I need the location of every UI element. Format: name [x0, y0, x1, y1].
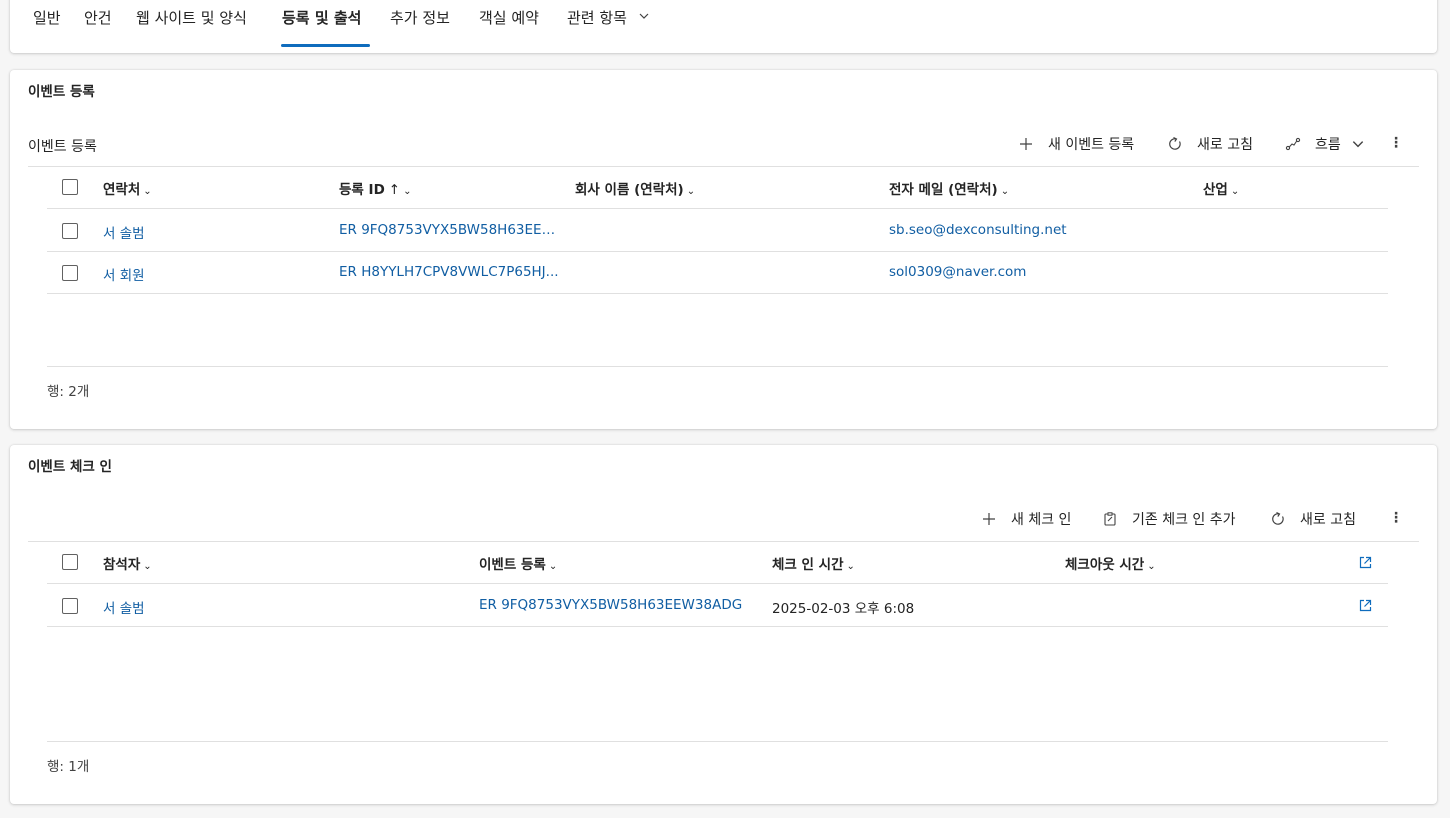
divider — [47, 741, 1388, 742]
refresh-icon — [1272, 511, 1284, 525]
tab-general[interactable]: 일반 — [33, 7, 61, 37]
tab-additional-info[interactable]: 추가 정보 — [390, 7, 450, 37]
divider — [28, 541, 1419, 542]
column-header-company[interactable]: 회사 이름 (연락처) ⌄ — [575, 178, 695, 198]
column-header-label: 전자 메일 (연락처) — [889, 182, 998, 198]
column-header-checkout-time[interactable]: 체크아웃 시간 ⌄ — [1065, 553, 1156, 573]
column-header-label: 연락처 — [103, 182, 141, 198]
chevron-down-icon: ⌄ — [548, 561, 558, 572]
checkin-time-cell: 2025-02-03 오후 6:08 — [772, 601, 915, 617]
column-header-label: 이벤트 등록 — [479, 557, 546, 573]
column-header-registration-id[interactable]: 등록 ID ↑ ⌄ — [339, 178, 411, 198]
sort-ascending-icon: ↑ — [388, 182, 401, 198]
open-in-new-window-icon[interactable] — [1359, 556, 1372, 569]
column-header-label: 체크아웃 시간 — [1065, 557, 1145, 573]
new-registration-button[interactable]: 새 이벤트 등록 — [1018, 134, 1134, 154]
flow-icon — [1285, 137, 1301, 151]
new-checkin-button[interactable]: 새 체크 인 — [981, 509, 1071, 529]
refresh-label: 새로 고침 — [1300, 512, 1356, 528]
column-header-email[interactable]: 전자 메일 (연락처) ⌄ — [889, 178, 1009, 198]
subgrid-title: 이벤트 등록 — [28, 139, 97, 155]
checkins-section: 이벤트 체크 인 새 체크 인 기존 체크 인 추가 새로 고침 ⋮ 참석자 ⌄ … — [10, 445, 1437, 804]
refresh-button[interactable]: 새로 고침 — [1270, 509, 1356, 529]
divider — [47, 208, 1388, 209]
plus-icon — [983, 513, 995, 525]
refresh-label: 새로 고침 — [1197, 137, 1253, 153]
flow-button[interactable]: 흐름 — [1285, 134, 1365, 154]
tab-related[interactable]: 관련 항목 — [567, 7, 650, 37]
refresh-button[interactable]: 새로 고침 — [1167, 134, 1253, 154]
more-commands-button[interactable]: ⋮ — [1388, 511, 1404, 525]
email-link[interactable]: sb.seo@dexconsulting.net — [889, 222, 1189, 238]
chevron-down-icon: ⌄ — [1000, 186, 1010, 197]
select-all-checkbox[interactable] — [62, 179, 78, 195]
row-checkbox[interactable] — [62, 598, 78, 614]
divider — [47, 251, 1388, 252]
column-header-industry[interactable]: 산업 ⌄ — [1203, 178, 1239, 198]
clipboard-icon — [1104, 512, 1116, 526]
tab-agenda[interactable]: 안건 — [84, 7, 112, 37]
chevron-down-icon: ⌄ — [1230, 186, 1240, 197]
tab-room-reservation[interactable]: 객실 예약 — [479, 7, 539, 37]
column-header-label: 회사 이름 (연락처) — [575, 182, 684, 198]
plus-icon — [1020, 138, 1032, 150]
column-header-label: 등록 ID — [339, 182, 385, 198]
row-checkbox[interactable] — [62, 265, 78, 281]
row-checkbox[interactable] — [62, 223, 78, 239]
new-registration-label: 새 이벤트 등록 — [1048, 137, 1135, 153]
chevron-down-icon: ⌄ — [1147, 561, 1156, 572]
column-header-label: 체크 인 시간 — [772, 557, 844, 573]
tab-registration-attendance[interactable]: 등록 및 출석 — [282, 7, 361, 37]
contact-link[interactable]: 서 솔범 — [103, 222, 323, 242]
chevron-down-icon: ⌄ — [686, 186, 696, 197]
select-all-checkbox[interactable] — [62, 554, 78, 570]
section-title: 이벤트 체크 인 — [28, 459, 112, 475]
column-header-event-registration[interactable]: 이벤트 등록 ⌄ — [479, 553, 557, 573]
column-header-attendee[interactable]: 참석자 ⌄ — [103, 553, 152, 573]
divider — [47, 626, 1388, 627]
add-existing-checkin-button[interactable]: 기존 체크 인 추가 — [1102, 509, 1236, 529]
divider — [47, 293, 1388, 294]
tab-bar: 일반 안건 웹 사이트 및 양식 등록 및 출석 추가 정보 객실 예약 관련 … — [10, 0, 1437, 53]
registration-id-link[interactable]: ER H8YYLH7CPV8VWLC7P65HJ... — [339, 264, 559, 280]
chevron-down-icon: ⌄ — [846, 561, 855, 572]
registration-id-link[interactable]: ER 9FQ8753VYX5BW58H63EEW... — [339, 222, 559, 238]
attendee-link[interactable]: 서 솔범 — [103, 597, 463, 617]
open-record-icon[interactable] — [1359, 599, 1372, 612]
chevron-down-icon: ⌄ — [143, 186, 152, 197]
event-registration-link[interactable]: ER 9FQ8753VYX5BW58H63EEW38ADG — [479, 597, 764, 613]
section-title: 이벤트 등록 — [28, 84, 95, 100]
divider — [47, 583, 1388, 584]
row-count: 행: 1개 — [47, 759, 90, 775]
chevron-down-icon — [639, 13, 649, 19]
tab-website-forms[interactable]: 웹 사이트 및 양식 — [136, 7, 247, 37]
active-tab-indicator — [281, 44, 370, 47]
add-existing-checkin-label: 기존 체크 인 추가 — [1132, 512, 1236, 528]
divider — [47, 366, 1388, 367]
new-checkin-label: 새 체크 인 — [1011, 512, 1072, 528]
chevron-down-icon: ⌄ — [403, 186, 412, 197]
column-header-contact[interactable]: 연락처 ⌄ — [103, 178, 152, 198]
row-count: 행: 2개 — [47, 384, 90, 400]
column-header-label: 산업 — [1203, 182, 1228, 198]
tab-related-label: 관련 항목 — [567, 9, 627, 27]
email-link[interactable]: sol0309@naver.com — [889, 264, 1189, 280]
more-commands-button[interactable]: ⋮ — [1388, 136, 1404, 150]
contact-link[interactable]: 서 회원 — [103, 264, 323, 284]
registrations-section: 이벤트 등록 이벤트 등록 새 이벤트 등록 새로 고침 흐름 ⋮ 연락처 ⌄ 등… — [10, 70, 1437, 429]
chevron-down-icon: ⌄ — [143, 561, 152, 572]
chevron-down-icon — [1352, 141, 1363, 148]
column-header-label: 참석자 — [103, 557, 141, 573]
refresh-icon — [1169, 136, 1181, 150]
flow-label: 흐름 — [1315, 137, 1341, 153]
divider — [28, 166, 1419, 167]
column-header-checkin-time[interactable]: 체크 인 시간 ⌄ — [772, 553, 855, 573]
